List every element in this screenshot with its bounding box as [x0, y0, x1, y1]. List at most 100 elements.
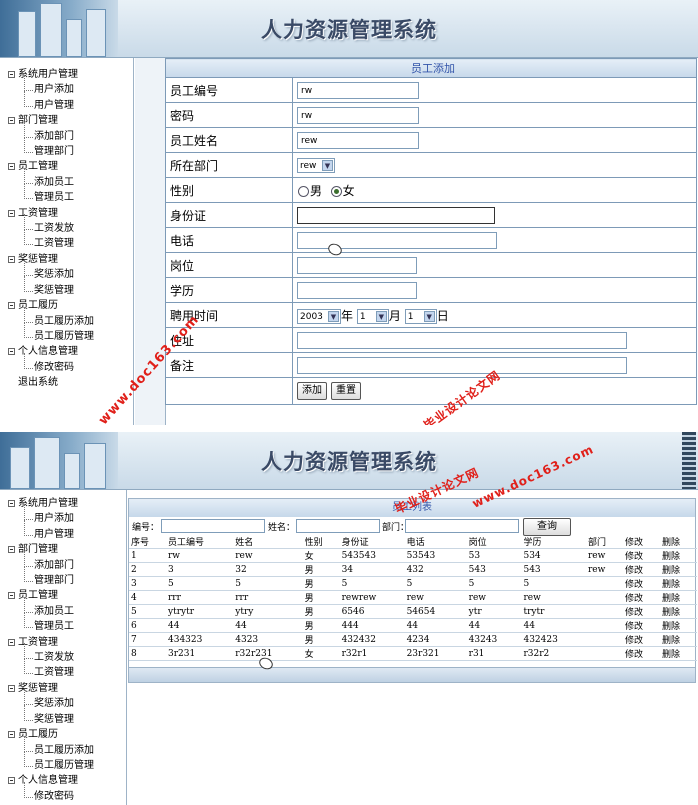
menu-item[interactable]: 修改密码 — [0, 352, 133, 375]
day-unit: 日 — [436, 308, 449, 323]
menu-group-label[interactable]: 奖惩管理 — [0, 252, 133, 267]
menu-item[interactable]: 员工履历添加 — [0, 735, 126, 758]
search-button[interactable]: 查询 — [523, 518, 571, 536]
column-header: 岗位 — [466, 535, 522, 549]
delete-link[interactable]: 删除 — [659, 590, 697, 605]
search-dept-input[interactable] — [405, 519, 519, 533]
menu-item[interactable]: 添加员工 — [0, 596, 126, 619]
education-input[interactable] — [297, 281, 417, 299]
table-cell: 男 — [302, 618, 340, 633]
table-cell: 男 — [302, 632, 340, 647]
menu-item[interactable]: 奖惩添加 — [0, 260, 133, 282]
month-unit: 月 — [388, 308, 401, 323]
menu-group-label[interactable]: 员工履历 — [0, 298, 133, 313]
menu-item[interactable]: 管理部门 — [0, 136, 133, 159]
delete-link[interactable]: 删除 — [659, 618, 697, 633]
edit-link[interactable]: 修改 — [622, 590, 660, 605]
table-cell: 543 — [521, 562, 586, 577]
edit-link[interactable]: 修改 — [622, 646, 660, 661]
menu-group-label[interactable]: 工资管理 — [0, 206, 133, 221]
column-header: 身份证 — [339, 535, 405, 549]
menu-item[interactable]: 工资发放 — [0, 642, 126, 665]
hire-year-select[interactable]: 2003 ▼ — [297, 308, 341, 324]
hire-day-select[interactable]: 1 ▼ — [404, 308, 437, 324]
column-header: 部门 — [585, 535, 623, 549]
edit-link[interactable]: 修改 — [622, 604, 660, 619]
table-cell: 7 — [129, 632, 166, 647]
table-row: 2 3 32 男 34 432 543 543 rew 修改 删除 — [129, 562, 697, 577]
menu-item[interactable]: 员工履历管理 — [0, 321, 133, 344]
emp-no-input[interactable]: rw — [297, 81, 419, 99]
menu-exit[interactable]: 退出系统 — [0, 375, 133, 390]
password-input[interactable]: rw — [297, 106, 419, 124]
delete-link[interactable]: 删除 — [659, 576, 697, 591]
gender-male-label: 男 — [310, 183, 323, 198]
remark-input[interactable] — [297, 356, 627, 374]
post-input[interactable] — [297, 256, 417, 274]
add-button[interactable]: 添加 — [297, 382, 327, 400]
menu-item[interactable]: 添加部门 — [0, 550, 126, 573]
menu-group-label[interactable]: 个人信息管理 — [0, 344, 133, 359]
table-cell: 534 — [521, 548, 586, 563]
delete-link[interactable]: 删除 — [659, 562, 697, 577]
menu-group-label[interactable]: 个人信息管理 — [0, 773, 126, 788]
menu-group-label[interactable]: 系统用户管理 — [0, 67, 133, 82]
edit-link[interactable]: 修改 — [622, 576, 660, 591]
search-name-input[interactable] — [296, 519, 380, 533]
table-cell: 5 — [233, 576, 303, 591]
table-cell: rew — [585, 548, 623, 563]
column-header: 性别 — [302, 535, 340, 549]
delete-link[interactable]: 删除 — [659, 604, 697, 619]
table-cell: 4323 — [233, 632, 303, 647]
menu-group-label[interactable]: 系统用户管理 — [0, 496, 126, 511]
edit-link[interactable]: 修改 — [622, 548, 660, 563]
menu-item[interactable]: 添加部门 — [0, 121, 133, 144]
gender-male-radio[interactable] — [298, 185, 309, 197]
table-cell: 43243 — [466, 632, 522, 647]
name-input[interactable]: rew — [297, 131, 419, 149]
menu-group-label[interactable]: 工资管理 — [0, 635, 126, 650]
menu-group-label[interactable]: 奖惩管理 — [0, 681, 126, 696]
table-cell: 32 — [233, 562, 303, 577]
menu-group-label[interactable]: 员工履历 — [0, 727, 126, 742]
id-card-input[interactable] — [297, 206, 495, 224]
edit-link[interactable]: 修改 — [622, 562, 660, 577]
menu-item[interactable]: 奖惩添加 — [0, 689, 126, 711]
menu-item[interactable]: 用户管理 — [0, 90, 133, 113]
table-cell — [585, 576, 623, 591]
edit-link[interactable]: 修改 — [622, 618, 660, 633]
reset-button[interactable]: 重置 — [331, 382, 361, 400]
menu-item[interactable]: 工资发放 — [0, 213, 133, 236]
menu-item[interactable]: 工资管理 — [0, 658, 126, 680]
menu-item[interactable]: 添加员工 — [0, 167, 133, 190]
menu-item[interactable]: 修改密码 — [0, 781, 126, 804]
menu-item[interactable]: 管理员工 — [0, 612, 126, 634]
delete-link[interactable]: 删除 — [659, 548, 697, 563]
menu-item[interactable]: 管理部门 — [0, 565, 126, 588]
menu-item[interactable]: 管理员工 — [0, 183, 133, 205]
delete-link[interactable]: 删除 — [659, 646, 697, 661]
gender-female-radio[interactable] — [330, 185, 342, 197]
menu-item[interactable]: 用户添加 — [0, 75, 133, 97]
table-cell: 44 — [404, 618, 467, 633]
menu-item[interactable]: 员工履历管理 — [0, 750, 126, 773]
menu-item[interactable]: 工资管理 — [0, 229, 133, 251]
menu-group-label[interactable]: 员工管理 — [0, 159, 133, 174]
address-input[interactable] — [297, 331, 627, 349]
chevron-down-icon: ▼ — [328, 310, 339, 322]
dept-select[interactable]: rew ▼ — [297, 157, 335, 173]
delete-link[interactable]: 删除 — [659, 632, 697, 647]
search-no-input[interactable] — [161, 519, 265, 533]
hire-month-select[interactable]: 1 ▼ — [356, 308, 389, 324]
edit-link[interactable]: 修改 — [622, 632, 660, 647]
menu-item[interactable]: 用户管理 — [0, 519, 126, 542]
menu-group-label[interactable]: 员工管理 — [0, 588, 126, 603]
menu-item[interactable]: 奖惩管理 — [0, 275, 133, 298]
menu-group-label[interactable]: 部门管理 — [0, 113, 133, 128]
hire-year-value: 2003 — [300, 311, 323, 322]
menu-group-label[interactable]: 部门管理 — [0, 542, 126, 557]
menu-item[interactable]: 员工履历添加 — [0, 306, 133, 329]
menu-item[interactable]: 奖惩管理 — [0, 704, 126, 727]
phone-input[interactable] — [297, 231, 497, 249]
menu-item[interactable]: 用户添加 — [0, 504, 126, 526]
